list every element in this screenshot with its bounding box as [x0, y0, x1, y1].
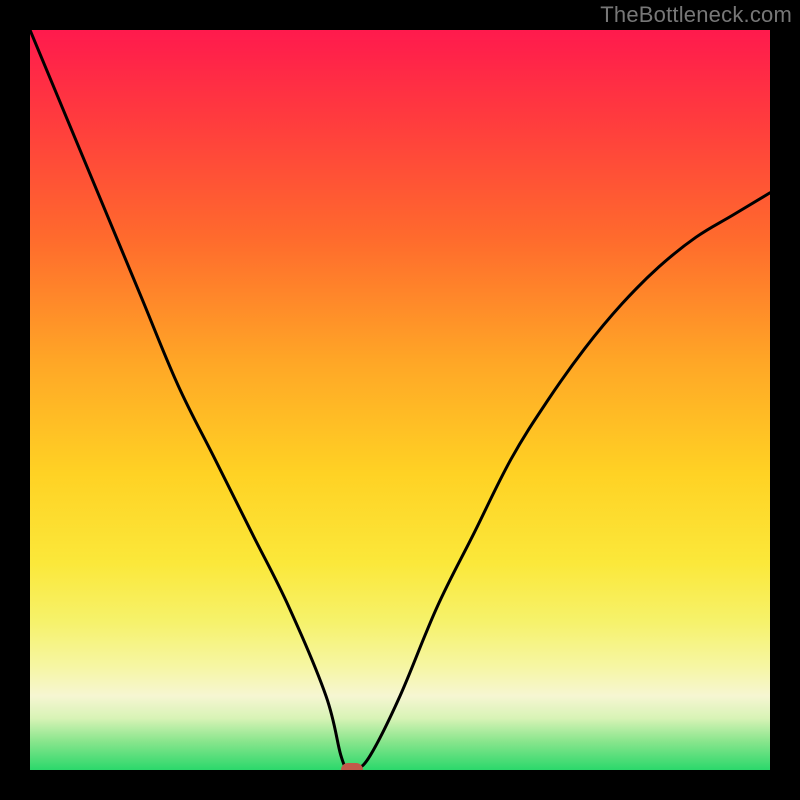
watermark-text: TheBottleneck.com — [600, 2, 792, 28]
chart-frame: TheBottleneck.com — [0, 0, 800, 800]
plot-area — [30, 30, 770, 770]
bottleneck-curve — [30, 30, 770, 770]
optimal-marker — [341, 763, 363, 770]
